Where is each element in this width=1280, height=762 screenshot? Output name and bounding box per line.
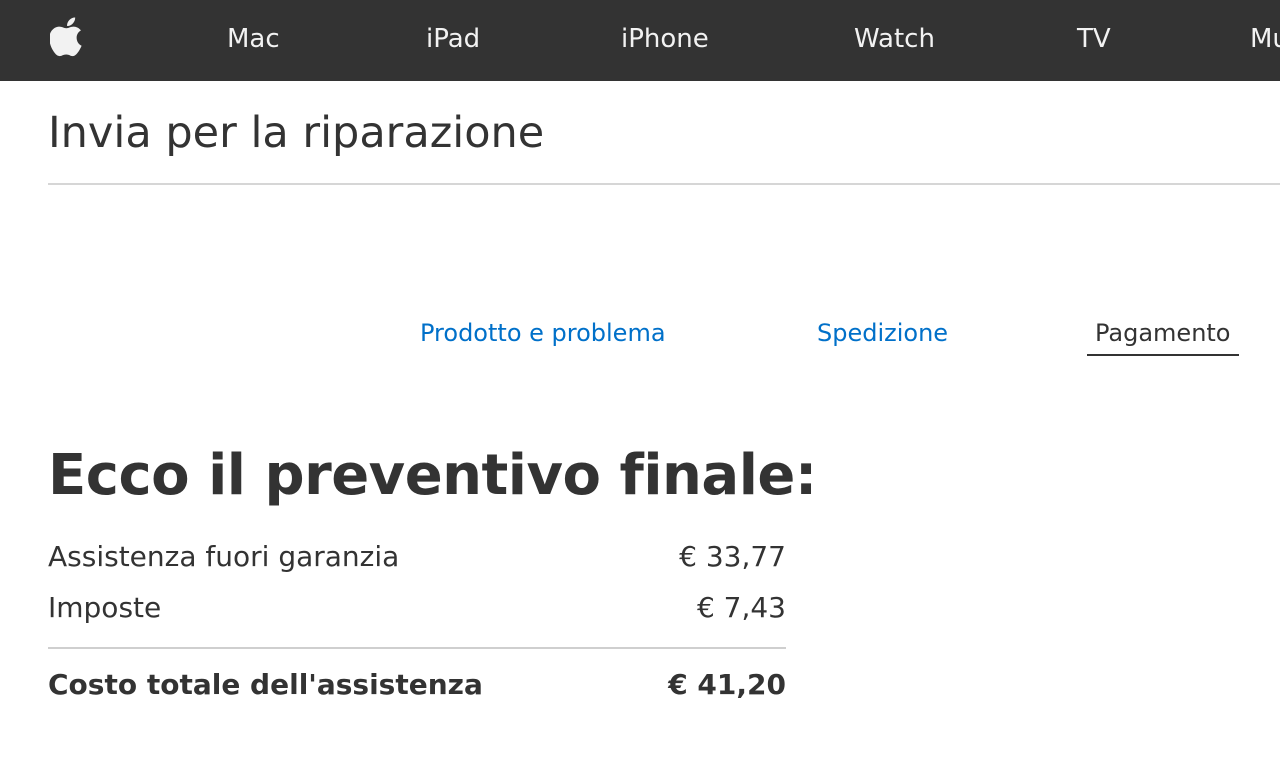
title-divider	[48, 183, 1280, 185]
nav-item-ipad[interactable]: iPad	[426, 0, 480, 81]
total-divider	[48, 647, 786, 649]
quote-line-value: € 7,43	[696, 591, 786, 624]
quote-total-label: Costo totale dell'assistenza	[48, 668, 483, 701]
quote-line-value: € 33,77	[679, 540, 786, 573]
page-title: Invia per la riparazione	[48, 108, 545, 158]
step-spedizione[interactable]: Spedizione	[817, 314, 948, 352]
quote-line-imposte: Imposte € 7,43	[48, 587, 786, 629]
quote-total-value: € 41,20	[668, 668, 786, 701]
quote-total: Costo totale dell'assistenza € 41,20	[48, 664, 786, 706]
apple-logo-icon[interactable]	[50, 15, 86, 57]
global-nav: Mac iPad iPhone Watch TV Mu	[0, 0, 1280, 81]
step-pagamento: Pagamento	[1087, 314, 1239, 356]
quote-line-label: Imposte	[48, 591, 162, 624]
nav-item-iphone[interactable]: iPhone	[621, 0, 709, 81]
step-prodotto-e-problema[interactable]: Prodotto e problema	[420, 314, 666, 352]
nav-item-tv[interactable]: TV	[1077, 0, 1111, 81]
quote-line-assistenza: Assistenza fuori garanzia € 33,77	[48, 536, 786, 578]
nav-item-mac[interactable]: Mac	[227, 0, 280, 81]
quote-heading: Ecco il preventivo finale:	[48, 443, 817, 508]
quote-line-label: Assistenza fuori garanzia	[48, 540, 400, 573]
nav-item-watch[interactable]: Watch	[854, 0, 935, 81]
nav-item-music[interactable]: Mu	[1250, 0, 1280, 81]
